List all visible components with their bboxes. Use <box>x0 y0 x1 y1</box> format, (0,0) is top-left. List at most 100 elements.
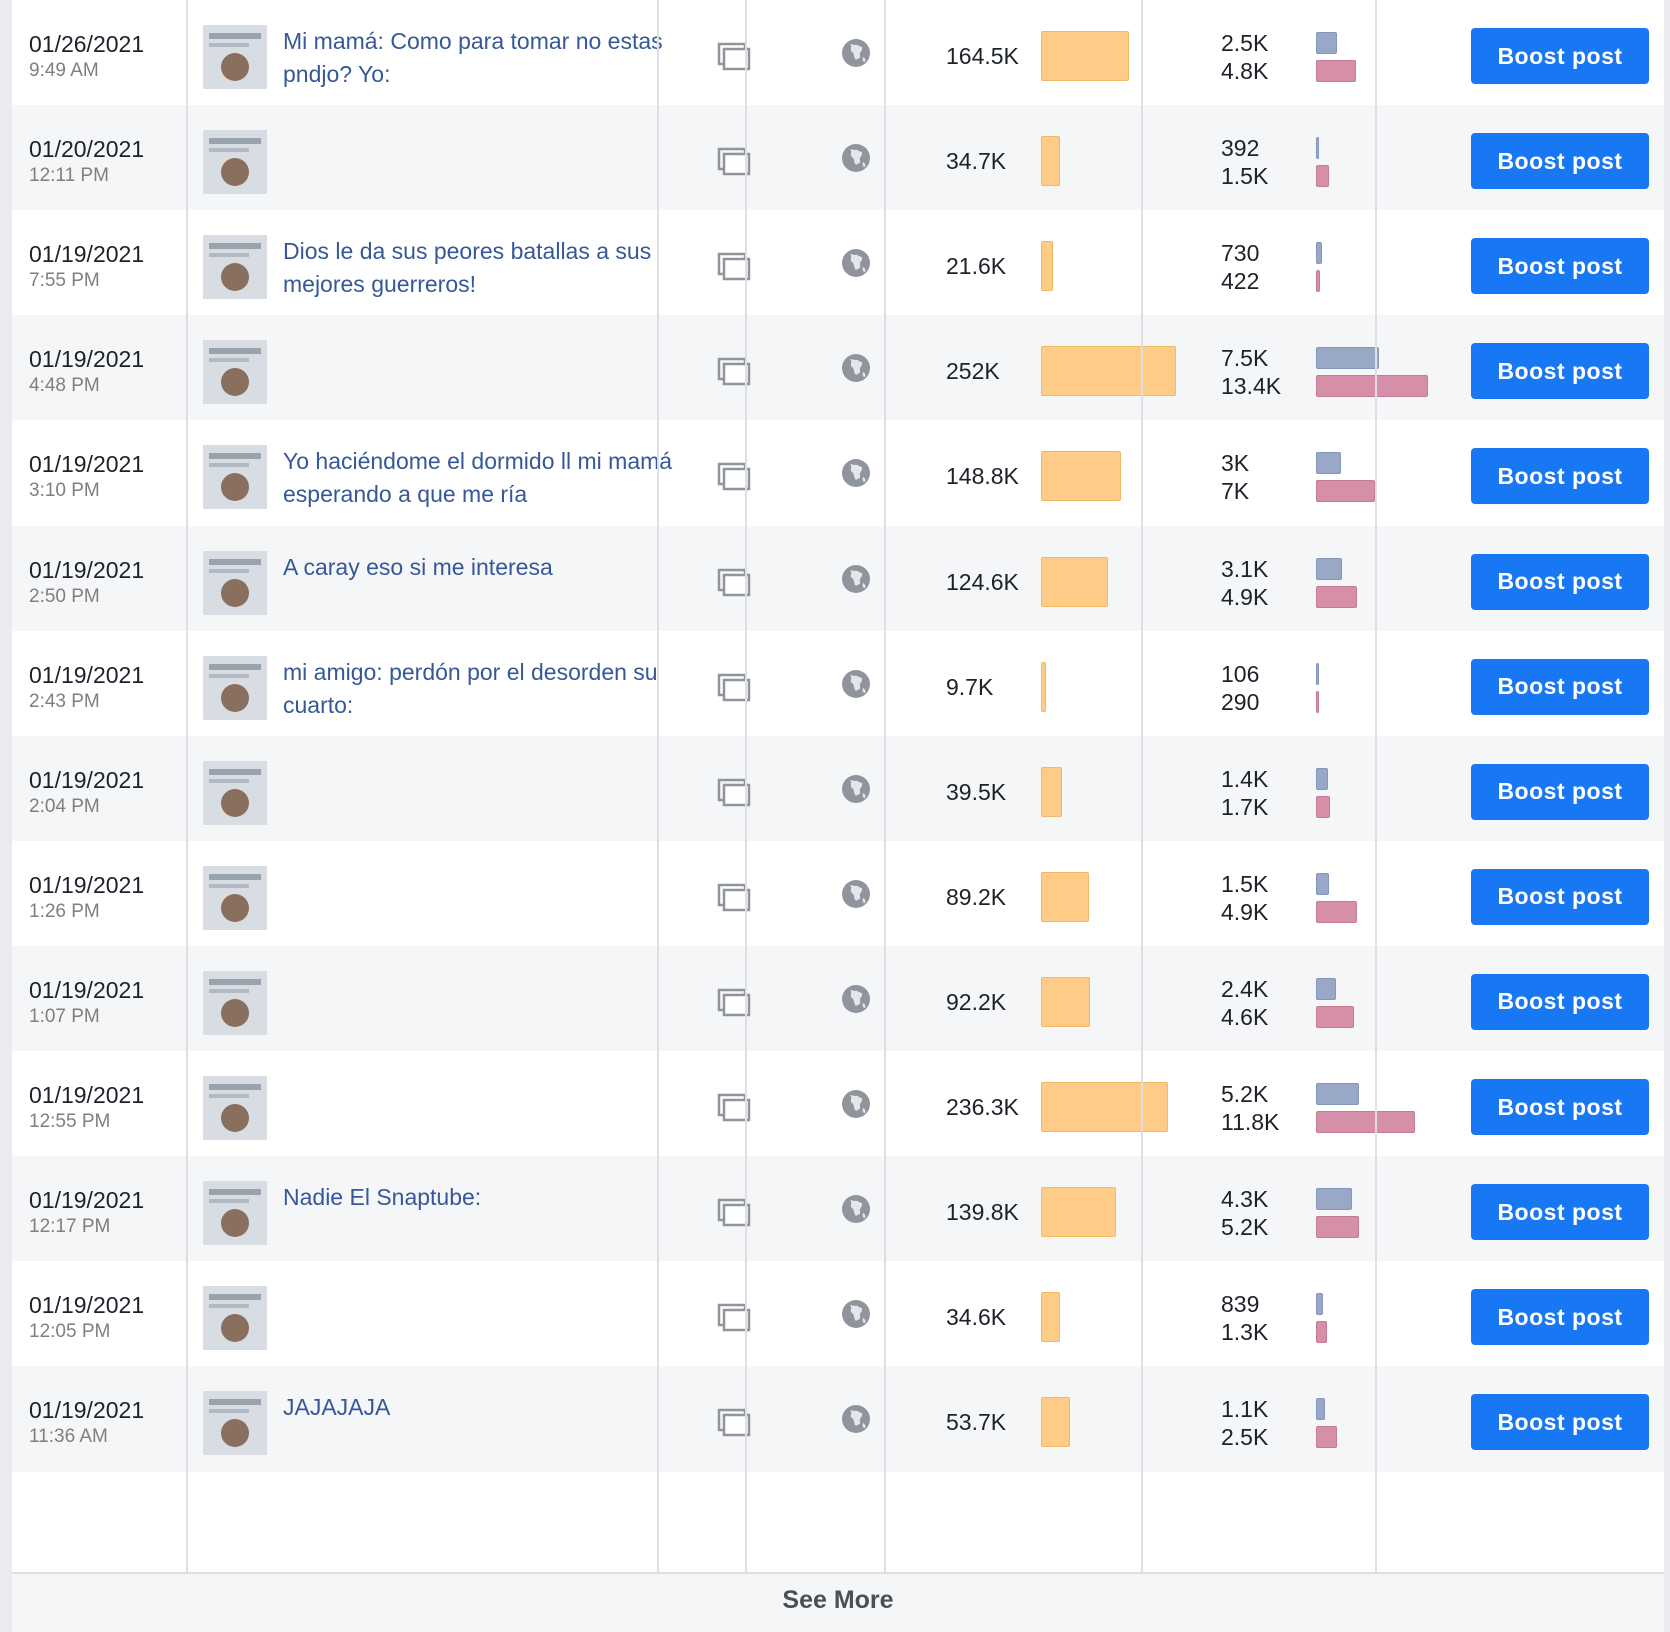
boost-post-button[interactable]: Boost post <box>1471 763 1649 820</box>
engagement-value-secondary: 1.7K <box>1221 793 1269 820</box>
engagement-values: 730 422 <box>1221 239 1259 295</box>
post-title-link[interactable]: Dios le da sus peores batallas a sus mej… <box>283 235 673 301</box>
engagement-bar-secondary <box>1316 900 1357 923</box>
boost-post-button[interactable]: Boost post <box>1471 973 1649 1030</box>
reach-value: 53.7K <box>946 1409 1007 1436</box>
boost-post-button[interactable]: Boost post <box>1471 448 1649 505</box>
post-thumbnail[interactable] <box>203 130 267 195</box>
globe-icon <box>841 143 871 173</box>
boost-post-button[interactable]: Boost post <box>1471 553 1649 610</box>
post-published-cell: 01/19/2021 12:55 PM <box>29 1081 144 1135</box>
post-date: 01/19/2021 <box>29 1187 145 1214</box>
reach-value: 236.3K <box>946 1094 1019 1120</box>
engagement-values: 2.4K 4.6K <box>1221 975 1268 1031</box>
post-thumbnail[interactable] <box>203 235 267 300</box>
engagement-bar-secondary <box>1316 480 1375 503</box>
engagement-value-secondary: 1.5K <box>1221 163 1269 190</box>
reach-value: 92.2K <box>946 988 1007 1015</box>
engagement-values: 1.5K 4.9K <box>1221 870 1268 926</box>
post-thumbnail[interactable] <box>203 655 267 720</box>
post-time: 1:07 PM <box>29 1005 100 1027</box>
post-thumbnail[interactable] <box>203 1076 267 1140</box>
engagement-value-secondary: 11.8K <box>1221 1109 1280 1135</box>
post-thumbnail[interactable] <box>203 760 267 825</box>
boost-post-button[interactable]: Boost post <box>1471 238 1649 295</box>
post-thumbnail[interactable] <box>203 1286 267 1351</box>
boost-post-button[interactable]: Boost post <box>1471 28 1649 84</box>
post-title-link[interactable]: JAJAJAJA <box>283 1391 673 1424</box>
engagement-value-secondary: 2.5K <box>1221 1424 1269 1451</box>
reach-bar <box>1041 1187 1116 1238</box>
globe-icon <box>841 458 871 488</box>
reach-value: 164.5K <box>946 43 1019 69</box>
column-divider <box>884 0 886 1572</box>
post-date: 01/19/2021 <box>29 346 145 373</box>
post-title-link[interactable]: Mi mamá: Como para tomar no estas pndjo?… <box>283 25 673 91</box>
post-thumbnail[interactable] <box>203 1181 267 1246</box>
engagement-values: 3K 7K <box>1221 449 1249 505</box>
table-row: 01/19/2021 2:50 PM A caray eso si me int… <box>12 525 1664 632</box>
post-published-cell: 01/19/2021 2:43 PM <box>29 661 144 715</box>
globe-icon <box>841 1089 871 1119</box>
engagement-values: 1.4K 1.7K <box>1221 765 1268 821</box>
post-thumbnail[interactable] <box>203 970 267 1035</box>
engagement-bar-secondary <box>1316 795 1330 818</box>
post-time: 12:11 PM <box>29 165 109 187</box>
reach-bar <box>1041 556 1108 607</box>
boost-post-button[interactable]: Boost post <box>1471 1289 1649 1346</box>
engagement-values: 5.2K 11.8K <box>1221 1080 1279 1136</box>
post-published-cell: 01/19/2021 12:17 PM <box>29 1186 144 1240</box>
post-thumbnail[interactable] <box>203 865 267 930</box>
engagement-bar-primary <box>1316 1398 1325 1421</box>
reach-bar <box>1041 871 1089 922</box>
post-title-link[interactable]: Nadie El Snaptube: <box>283 1181 673 1214</box>
reach-value: 34.7K <box>946 148 1007 175</box>
post-date: 01/19/2021 <box>29 766 145 793</box>
engagement-value-primary: 2.4K <box>1221 975 1269 1002</box>
post-time: 2:50 PM <box>29 585 100 607</box>
post-thumbnail[interactable] <box>203 340 267 405</box>
posts-table: 01/26/2021 9:49 AM Mi mamá: Como para to… <box>12 0 1664 1632</box>
post-thumbnail[interactable] <box>203 550 267 615</box>
engagement-bar-secondary <box>1316 690 1319 713</box>
table-row: 01/19/2021 1:26 PM 89.2K 1.5K 4.9K Boost… <box>12 840 1664 947</box>
post-date: 01/19/2021 <box>29 241 145 268</box>
reach-value: 124.6K <box>946 568 1019 595</box>
see-more-button[interactable]: See More <box>12 1586 1664 1615</box>
post-time: 3:10 PM <box>29 480 100 502</box>
globe-icon <box>841 248 871 278</box>
boost-post-button[interactable]: Boost post <box>1471 1079 1649 1135</box>
post-thumbnail[interactable] <box>203 25 267 89</box>
post-thumbnail[interactable] <box>203 1391 267 1456</box>
post-title-link[interactable]: mi amigo: perdón por el desorden su cuar… <box>283 656 673 722</box>
post-title-link[interactable]: A caray eso si me interesa <box>283 551 673 584</box>
boost-post-button[interactable]: Boost post <box>1471 343 1649 400</box>
reach-value: 9.7K <box>946 673 994 700</box>
engagement-bar-primary <box>1316 347 1379 370</box>
post-published-cell: 01/19/2021 1:26 PM <box>29 871 144 925</box>
boost-post-button[interactable]: Boost post <box>1471 133 1649 190</box>
post-thumbnail[interactable] <box>203 445 267 510</box>
engagement-values: 7.5K 13.4K <box>1221 344 1281 400</box>
engagement-value-primary: 1.5K <box>1221 870 1269 897</box>
post-date: 01/19/2021 <box>29 976 145 1003</box>
engagement-value-primary: 3.1K <box>1221 555 1269 582</box>
post-published-cell: 01/19/2021 7:55 PM <box>29 240 144 294</box>
boost-post-button[interactable]: Boost post <box>1471 1184 1649 1241</box>
post-published-cell: 01/19/2021 3:10 PM <box>29 450 144 504</box>
reach-bar <box>1041 661 1046 712</box>
post-time: 1:26 PM <box>29 900 100 922</box>
column-divider <box>745 0 747 1572</box>
post-published-cell: 01/19/2021 2:50 PM <box>29 556 144 610</box>
boost-post-button[interactable]: Boost post <box>1471 1394 1649 1451</box>
engagement-value-primary: 7.5K <box>1221 345 1269 372</box>
post-title-link[interactable]: Yo haciéndome el dormido ll mi mamá espe… <box>283 445 673 511</box>
boost-post-button[interactable]: Boost post <box>1471 658 1649 715</box>
post-published-cell: 01/19/2021 2:04 PM <box>29 766 144 820</box>
reach-bar <box>1041 346 1176 397</box>
boost-post-button[interactable]: Boost post <box>1471 868 1649 925</box>
engagement-bar-secondary <box>1316 585 1357 608</box>
engagement-value-secondary: 1.3K <box>1221 1319 1269 1346</box>
engagement-bar-primary <box>1316 1188 1352 1211</box>
engagement-values: 4.3K 5.2K <box>1221 1185 1268 1241</box>
